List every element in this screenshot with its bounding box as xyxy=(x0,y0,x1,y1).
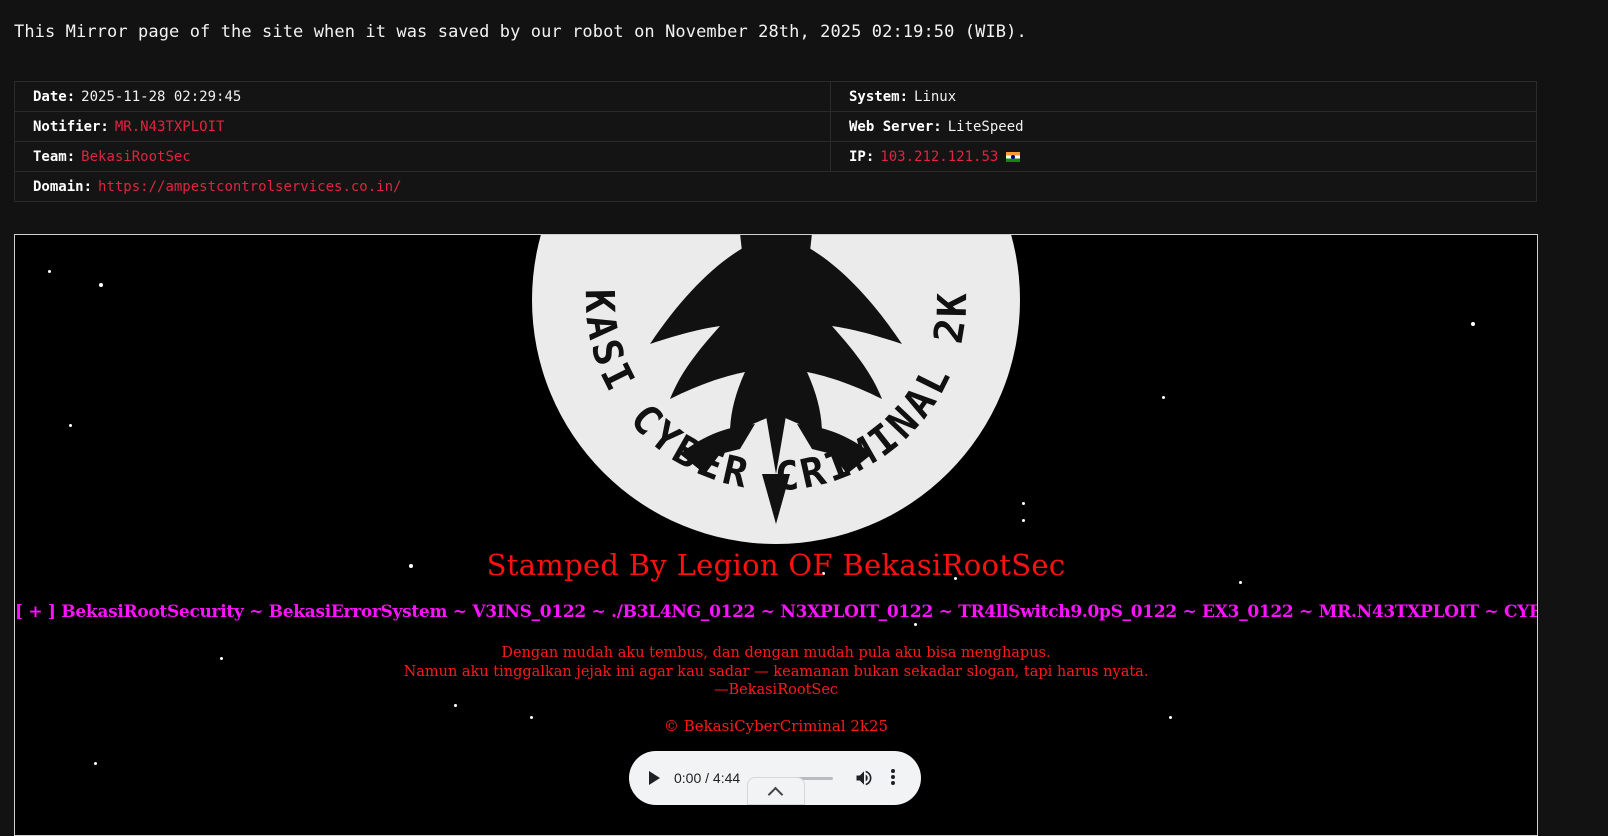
date-cell: Date: 2025-11-28 02:29:45 xyxy=(14,81,831,112)
system-cell: System: Linux xyxy=(830,81,1537,112)
message-signature: —BekasiRootSec xyxy=(713,682,839,698)
mirror-frame: # # BEKASI CYBER CRIMINAL 2K25 Stamped B… xyxy=(14,234,1538,836)
mirror-note: This Mirror page of the site when it was… xyxy=(14,22,1027,42)
info-row-notifier-webserver: Notifier: MR.N43TXPLOIT Web Server: LiteSp… xyxy=(14,111,1537,142)
star xyxy=(69,424,72,427)
date-value: 2025-11-28 02:29:45 xyxy=(81,88,242,105)
star xyxy=(48,270,51,273)
deface-message: Dengan mudah aku tembus, dan dengan muda… xyxy=(15,644,1537,700)
star xyxy=(94,762,97,765)
chevron-up-icon[interactable] xyxy=(747,777,805,805)
ip-label: IP: xyxy=(849,148,875,165)
team-label: Team: xyxy=(33,148,76,165)
more-vert-icon[interactable] xyxy=(891,769,895,787)
team-link[interactable]: BekasiRootSec xyxy=(81,149,191,165)
team-cell: Team: BekasiRootSec xyxy=(14,141,831,172)
star xyxy=(1162,396,1165,399)
info-row-team-ip: Team: BekasiRootSec IP: 103.212.121.53 xyxy=(14,141,1537,172)
play-icon[interactable] xyxy=(649,771,660,785)
crew-list: [ + ] BekasiRootSecurity ~ BekasiErrorSy… xyxy=(15,602,1537,622)
star xyxy=(454,704,457,707)
notifier-cell: Notifier: MR.N43TXPLOIT xyxy=(14,111,831,142)
system-value: Linux xyxy=(914,88,957,105)
message-line: Namun aku tinggalkan jejak ini agar kau … xyxy=(403,663,1149,680)
star xyxy=(1022,502,1025,505)
domain-label: Domain: xyxy=(33,178,93,195)
webserver-value: LiteSpeed xyxy=(947,118,1024,135)
star xyxy=(914,623,917,626)
ip-link[interactable]: 103.212.121.53 xyxy=(880,149,998,165)
date-label: Date: xyxy=(33,88,76,105)
bekasi-cyber-criminal-logo: # # BEKASI CYBER CRIMINAL 2K25 xyxy=(516,235,1022,546)
volume-icon[interactable] xyxy=(854,768,874,788)
star xyxy=(1471,322,1475,326)
info-row-date-system: Date: 2025-11-28 02:29:45 System: Linux xyxy=(14,81,1537,112)
domain-link[interactable]: https://ampestcontrolservices.co.in/ xyxy=(98,179,401,195)
audio-time: 0:00 / 4:44 xyxy=(674,770,741,786)
webserver-label: Web Server: xyxy=(849,118,942,135)
info-row-domain: Domain: https://ampestcontrolservices.co.… xyxy=(14,171,1537,202)
notifier-link[interactable]: MR.N43TXPLOIT xyxy=(115,119,225,135)
webserver-cell: Web Server: LiteSpeed xyxy=(830,111,1537,142)
message-line: Dengan mudah aku tembus, dan dengan muda… xyxy=(501,645,1051,661)
eagle-emblem-icon: # # BEKASI CYBER CRIMINAL 2K25 xyxy=(516,235,1020,544)
copyright: © BekasiCyberCriminal 2k25 xyxy=(663,717,889,735)
domain-cell: Domain: https://ampestcontrolservices.co.… xyxy=(14,171,1537,202)
system-label: System: xyxy=(849,88,909,105)
deface-title: Stamped By Legion OF BekasiRootSec xyxy=(486,548,1066,582)
star xyxy=(1022,519,1025,522)
india-flag-icon xyxy=(1006,151,1021,162)
info-table: Date: 2025-11-28 02:29:45 System: Linux No… xyxy=(14,81,1537,202)
ip-cell: IP: 103.212.121.53 xyxy=(830,141,1537,172)
star xyxy=(99,283,103,287)
notifier-label: Notifier: xyxy=(33,118,109,135)
